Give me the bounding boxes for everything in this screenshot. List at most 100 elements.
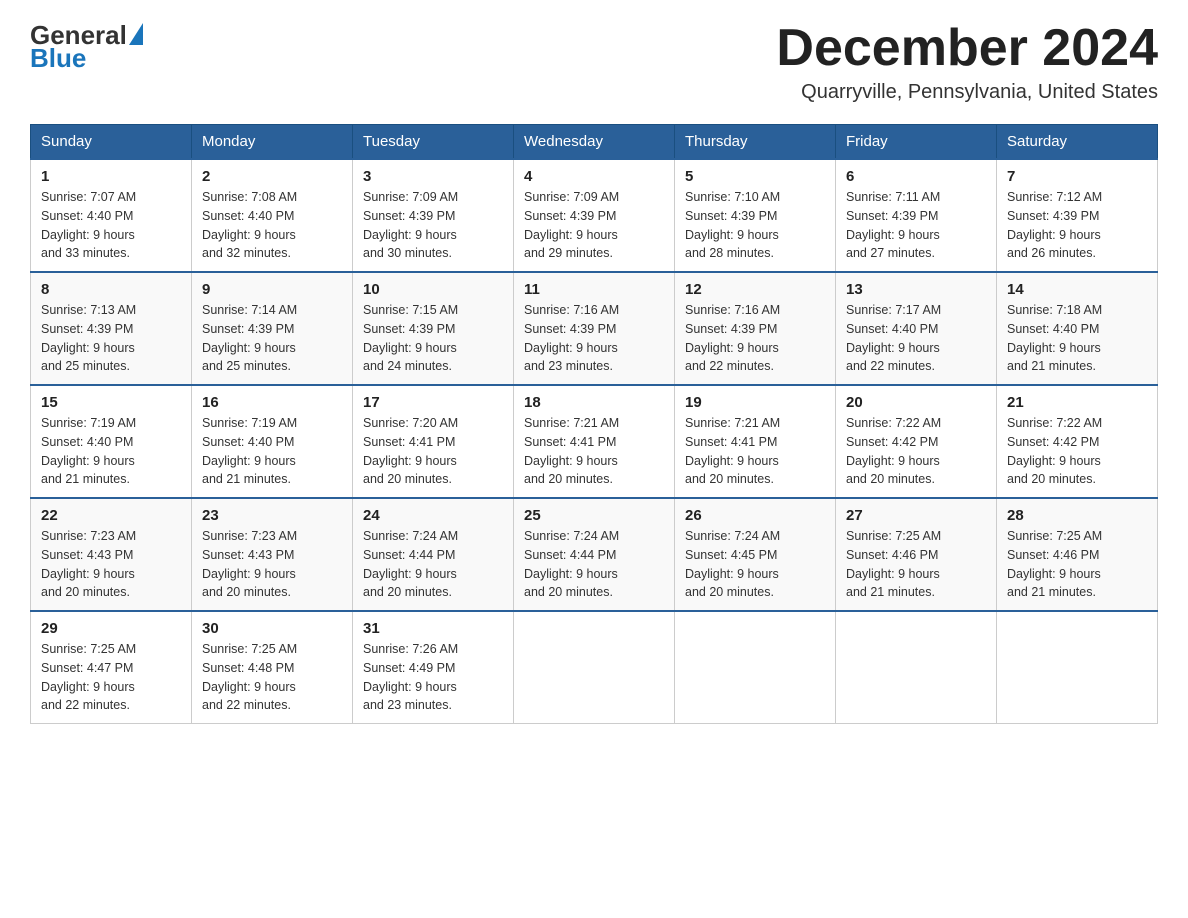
week-row-4: 22 Sunrise: 7:23 AMSunset: 4:43 PMDayligh… <box>31 498 1158 611</box>
calendar-cell: 16 Sunrise: 7:19 AMSunset: 4:40 PMDayligh… <box>192 385 353 498</box>
day-number: 17 <box>363 394 503 411</box>
calendar-cell: 1 Sunrise: 7:07 AMSunset: 4:40 PMDaylight… <box>31 159 192 272</box>
day-info: Sunrise: 7:18 AMSunset: 4:40 PMDaylight:… <box>1007 301 1147 376</box>
day-info: Sunrise: 7:24 AMSunset: 4:44 PMDaylight:… <box>363 527 503 602</box>
day-info: Sunrise: 7:09 AMSunset: 4:39 PMDaylight:… <box>363 188 503 263</box>
day-number: 12 <box>685 281 825 298</box>
day-info: Sunrise: 7:23 AMSunset: 4:43 PMDaylight:… <box>202 527 342 602</box>
week-row-3: 15 Sunrise: 7:19 AMSunset: 4:40 PMDayligh… <box>31 385 1158 498</box>
day-info: Sunrise: 7:12 AMSunset: 4:39 PMDaylight:… <box>1007 188 1147 263</box>
header-tuesday: Tuesday <box>353 125 514 160</box>
calendar-table: SundayMondayTuesdayWednesdayThursdayFrid… <box>30 124 1158 724</box>
day-number: 20 <box>846 394 986 411</box>
header-monday: Monday <box>192 125 353 160</box>
day-info: Sunrise: 7:09 AMSunset: 4:39 PMDaylight:… <box>524 188 664 263</box>
day-number: 4 <box>524 168 664 185</box>
day-number: 22 <box>41 507 181 524</box>
calendar-cell: 20 Sunrise: 7:22 AMSunset: 4:42 PMDayligh… <box>836 385 997 498</box>
calendar-cell: 24 Sunrise: 7:24 AMSunset: 4:44 PMDayligh… <box>353 498 514 611</box>
day-info: Sunrise: 7:11 AMSunset: 4:39 PMDaylight:… <box>846 188 986 263</box>
calendar-cell: 5 Sunrise: 7:10 AMSunset: 4:39 PMDaylight… <box>675 159 836 272</box>
month-title: December 2024 <box>776 20 1158 77</box>
calendar-cell: 10 Sunrise: 7:15 AMSunset: 4:39 PMDayligh… <box>353 272 514 385</box>
day-number: 30 <box>202 620 342 637</box>
calendar-cell: 31Sunrise: 7:26 AMSunset: 4:49 PMDayligh… <box>353 611 514 724</box>
day-number: 10 <box>363 281 503 298</box>
week-row-5: 29 Sunrise: 7:25 AMSunset: 4:47 PMDayligh… <box>31 611 1158 724</box>
week-row-2: 8 Sunrise: 7:13 AMSunset: 4:39 PMDaylight… <box>31 272 1158 385</box>
day-number: 9 <box>202 281 342 298</box>
title-area: December 2024 Quarryville, Pennsylvania,… <box>776 20 1158 104</box>
header-saturday: Saturday <box>997 125 1158 160</box>
calendar-cell: 14 Sunrise: 7:18 AMSunset: 4:40 PMDayligh… <box>997 272 1158 385</box>
calendar-cell: 26Sunrise: 7:24 AMSunset: 4:45 PMDayligh… <box>675 498 836 611</box>
day-number: 23 <box>202 507 342 524</box>
day-number: 24 <box>363 507 503 524</box>
header-friday: Friday <box>836 125 997 160</box>
day-info: Sunrise: 7:23 AMSunset: 4:43 PMDaylight:… <box>41 527 181 602</box>
header-row: SundayMondayTuesdayWednesdayThursdayFrid… <box>31 125 1158 160</box>
logo: General Blue <box>30 20 141 74</box>
day-info: Sunrise: 7:24 AMSunset: 4:44 PMDaylight:… <box>524 527 664 602</box>
day-number: 28 <box>1007 507 1147 524</box>
page-header: General Blue December 2024 Quarryville, … <box>30 20 1158 104</box>
calendar-cell: 25 Sunrise: 7:24 AMSunset: 4:44 PMDayligh… <box>514 498 675 611</box>
day-number: 16 <box>202 394 342 411</box>
day-number: 26 <box>685 507 825 524</box>
day-number: 29 <box>41 620 181 637</box>
day-number: 14 <box>1007 281 1147 298</box>
calendar-cell: 17 Sunrise: 7:20 AMSunset: 4:41 PMDayligh… <box>353 385 514 498</box>
header-sunday: Sunday <box>31 125 192 160</box>
day-info: Sunrise: 7:07 AMSunset: 4:40 PMDaylight:… <box>41 188 181 263</box>
day-info: Sunrise: 7:15 AMSunset: 4:39 PMDaylight:… <box>363 301 503 376</box>
day-info: Sunrise: 7:08 AMSunset: 4:40 PMDaylight:… <box>202 188 342 263</box>
day-info: Sunrise: 7:17 AMSunset: 4:40 PMDaylight:… <box>846 301 986 376</box>
day-info: Sunrise: 7:25 AMSunset: 4:46 PMDaylight:… <box>846 527 986 602</box>
day-info: Sunrise: 7:25 AMSunset: 4:48 PMDaylight:… <box>202 640 342 715</box>
calendar-cell <box>514 611 675 724</box>
calendar-cell: 15 Sunrise: 7:19 AMSunset: 4:40 PMDayligh… <box>31 385 192 498</box>
day-number: 11 <box>524 281 664 298</box>
day-info: Sunrise: 7:20 AMSunset: 4:41 PMDaylight:… <box>363 414 503 489</box>
day-info: Sunrise: 7:16 AMSunset: 4:39 PMDaylight:… <box>524 301 664 376</box>
calendar-cell: 29 Sunrise: 7:25 AMSunset: 4:47 PMDayligh… <box>31 611 192 724</box>
calendar-cell: 9 Sunrise: 7:14 AMSunset: 4:39 PMDaylight… <box>192 272 353 385</box>
day-info: Sunrise: 7:25 AMSunset: 4:47 PMDaylight:… <box>41 640 181 715</box>
day-info: Sunrise: 7:10 AMSunset: 4:39 PMDaylight:… <box>685 188 825 263</box>
day-info: Sunrise: 7:22 AMSunset: 4:42 PMDaylight:… <box>846 414 986 489</box>
calendar-cell: 28Sunrise: 7:25 AMSunset: 4:46 PMDayligh… <box>997 498 1158 611</box>
day-number: 2 <box>202 168 342 185</box>
day-info: Sunrise: 7:22 AMSunset: 4:42 PMDaylight:… <box>1007 414 1147 489</box>
location-title: Quarryville, Pennsylvania, United States <box>776 81 1158 104</box>
day-number: 31 <box>363 620 503 637</box>
day-number: 25 <box>524 507 664 524</box>
calendar-cell: 27Sunrise: 7:25 AMSunset: 4:46 PMDayligh… <box>836 498 997 611</box>
calendar-cell: 3Sunrise: 7:09 AMSunset: 4:39 PMDaylight… <box>353 159 514 272</box>
day-number: 8 <box>41 281 181 298</box>
calendar-cell: 2 Sunrise: 7:08 AMSunset: 4:40 PMDaylight… <box>192 159 353 272</box>
calendar-cell: 18Sunrise: 7:21 AMSunset: 4:41 PMDayligh… <box>514 385 675 498</box>
calendar-cell: 23 Sunrise: 7:23 AMSunset: 4:43 PMDayligh… <box>192 498 353 611</box>
logo-triangle-icon <box>129 23 143 45</box>
day-number: 18 <box>524 394 664 411</box>
calendar-cell: 7 Sunrise: 7:12 AMSunset: 4:39 PMDaylight… <box>997 159 1158 272</box>
day-info: Sunrise: 7:21 AMSunset: 4:41 PMDaylight:… <box>685 414 825 489</box>
day-info: Sunrise: 7:16 AMSunset: 4:39 PMDaylight:… <box>685 301 825 376</box>
day-number: 13 <box>846 281 986 298</box>
day-number: 15 <box>41 394 181 411</box>
calendar-cell: 30 Sunrise: 7:25 AMSunset: 4:48 PMDayligh… <box>192 611 353 724</box>
day-number: 21 <box>1007 394 1147 411</box>
day-info: Sunrise: 7:19 AMSunset: 4:40 PMDaylight:… <box>202 414 342 489</box>
calendar-cell: 12 Sunrise: 7:16 AMSunset: 4:39 PMDayligh… <box>675 272 836 385</box>
logo-blue: Blue <box>30 43 86 73</box>
day-number: 5 <box>685 168 825 185</box>
week-row-1: 1 Sunrise: 7:07 AMSunset: 4:40 PMDaylight… <box>31 159 1158 272</box>
day-number: 1 <box>41 168 181 185</box>
day-number: 19 <box>685 394 825 411</box>
day-info: Sunrise: 7:13 AMSunset: 4:39 PMDaylight:… <box>41 301 181 376</box>
calendar-cell <box>997 611 1158 724</box>
calendar-cell: 19 Sunrise: 7:21 AMSunset: 4:41 PMDayligh… <box>675 385 836 498</box>
day-info: Sunrise: 7:19 AMSunset: 4:40 PMDaylight:… <box>41 414 181 489</box>
day-info: Sunrise: 7:14 AMSunset: 4:39 PMDaylight:… <box>202 301 342 376</box>
day-number: 7 <box>1007 168 1147 185</box>
